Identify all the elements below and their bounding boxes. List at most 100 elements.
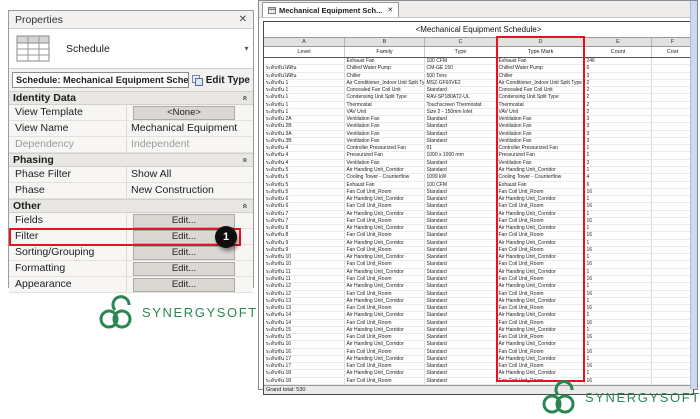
cell-type-mark[interactable]: Fan Coil Unit_Room	[497, 334, 585, 340]
cell-cost[interactable]	[652, 247, 693, 253]
column-header-family[interactable]: Family	[345, 47, 425, 57]
cell-count[interactable]: 3	[585, 116, 652, 122]
column-letter-f[interactable]: F	[652, 38, 693, 46]
cell-count[interactable]: 1	[585, 341, 652, 347]
cell-cost[interactable]	[652, 145, 693, 151]
cell-type[interactable]: Standard	[425, 356, 497, 362]
cell-cost[interactable]	[652, 283, 693, 289]
cell-level[interactable]: ระดับชั้น 7	[264, 211, 345, 217]
prop-value-text[interactable]: Show All	[131, 167, 171, 182]
cell-level[interactable]: ระดับชั้น 17	[264, 363, 345, 369]
cell-level[interactable]: ระดับชั้น 14	[264, 320, 345, 326]
cell-type[interactable]: RAV-SP180AT2-UL	[425, 94, 497, 100]
cell-cost[interactable]	[652, 320, 693, 326]
cell-type[interactable]: Size 2 - 150mm Inlet	[425, 109, 497, 115]
cell-count[interactable]: 1	[585, 211, 652, 217]
cell-level[interactable]: ระดับชั้น 4	[264, 152, 345, 158]
cell-type[interactable]: Standard	[425, 211, 497, 217]
cell-count[interactable]: 16	[585, 276, 652, 282]
cell-family[interactable]: Ventilation Fan	[345, 160, 425, 166]
cell-type-mark[interactable]: Thermostat	[497, 102, 585, 108]
cell-family[interactable]: Controller Pressurized Fan	[345, 145, 425, 151]
column-header-level[interactable]: Level	[264, 47, 345, 57]
cell-family[interactable]: Fan Coil Unit_Room	[345, 189, 425, 195]
cell-type-mark[interactable]: Fan Coil Unit_Room	[497, 203, 585, 209]
cell-type[interactable]: Standard	[425, 291, 497, 297]
cell-level[interactable]: ระดับชั้น 3A	[264, 131, 345, 137]
column-header-count[interactable]: Count	[585, 47, 652, 57]
cell-family[interactable]: Air Handing Unit_Corridor	[345, 269, 425, 275]
cell-cost[interactable]	[652, 327, 693, 333]
tab-close-icon[interactable]: ✕	[387, 6, 393, 14]
cell-type[interactable]: Standard	[425, 123, 497, 129]
cell-type[interactable]: Standard	[425, 247, 497, 253]
cell-level[interactable]: ระดับชั้น 18	[264, 378, 345, 384]
cell-cost[interactable]	[652, 58, 693, 64]
cell-level[interactable]: ระดับชั้น 1	[264, 109, 345, 115]
cell-level[interactable]: ระดับชั้น 8	[264, 232, 345, 238]
cell-cost[interactable]	[652, 276, 693, 282]
cell-family[interactable]: Ventilation Fan	[345, 123, 425, 129]
cell-cost[interactable]	[652, 160, 693, 166]
cell-family[interactable]: Air Handing Unit_Corridor	[345, 225, 425, 231]
cell-cost[interactable]	[652, 196, 693, 202]
cell-family[interactable]: Exhaust Fan	[345, 58, 425, 64]
cell-level[interactable]: ระดับชั้น 10	[264, 261, 345, 267]
cell-count[interactable]: 2	[585, 87, 652, 93]
cell-level[interactable]: ระดับชั้น 4	[264, 145, 345, 151]
cell-count[interactable]: 16	[585, 247, 652, 253]
cell-family[interactable]: Air Handing Unit_Corridor	[345, 312, 425, 318]
cell-type[interactable]: Standard	[425, 196, 497, 202]
cell-type-mark[interactable]: Fan Coil Unit_Room	[497, 261, 585, 267]
cell-count[interactable]: 16	[585, 363, 652, 369]
cell-level[interactable]: ระดับชั้น 16	[264, 349, 345, 355]
cell-type-mark[interactable]: Air Handing Unit_Corridor	[497, 283, 585, 289]
cell-type-mark[interactable]: Air Handing Unit_Corridor	[497, 167, 585, 173]
column-letter-a[interactable]: A	[264, 38, 345, 46]
cell-count[interactable]: 2	[585, 94, 652, 100]
prop-value-text[interactable]: Independent	[131, 137, 189, 152]
tab-mechanical-equipment-schedule[interactable]: Mechanical Equipment Sch... ✕	[262, 2, 399, 17]
view-template-edit-button[interactable]: <None>	[133, 106, 235, 120]
cell-type-mark[interactable]: Exhaust Fan	[497, 58, 585, 64]
column-letter-d[interactable]: D	[497, 38, 585, 46]
cell-level[interactable]: ระดับชั้น 2B	[264, 123, 345, 129]
cell-type[interactable]: Standard	[425, 87, 497, 93]
cell-type-mark[interactable]: Air Handing Unit_Corridor	[497, 225, 585, 231]
cell-type[interactable]: Standard	[425, 138, 497, 144]
cell-cost[interactable]	[652, 218, 693, 224]
cell-cost[interactable]	[652, 131, 693, 137]
cell-level[interactable]: ระดับชั้น 5	[264, 182, 345, 188]
cell-count[interactable]: 3	[585, 123, 652, 129]
edit-type-button[interactable]: Edit Type	[192, 75, 250, 86]
cell-type[interactable]: Standard	[425, 276, 497, 282]
collapse-section-icon[interactable]: «	[240, 203, 250, 208]
cell-family[interactable]: Fan Coil Unit_Room	[345, 363, 425, 369]
column-header-type-mark[interactable]: Type Mark	[497, 47, 585, 57]
cell-cost[interactable]	[652, 305, 693, 311]
cell-type-mark[interactable]: Air Conditioner_Indoor Unit Split Type	[497, 80, 585, 86]
cell-cost[interactable]	[652, 116, 693, 122]
cell-level[interactable]: ระดับชั้น 15	[264, 334, 345, 340]
cell-type[interactable]: Standard	[425, 269, 497, 275]
cell-family[interactable]: Ventilation Fan	[345, 131, 425, 137]
column-letter-b[interactable]: B	[345, 38, 425, 46]
cell-type[interactable]: Standard	[425, 167, 497, 173]
cell-cost[interactable]	[652, 349, 693, 355]
cell-count[interactable]: 6	[585, 182, 652, 188]
cell-cost[interactable]	[652, 341, 693, 347]
cell-level[interactable]: ระดับชั้น 9	[264, 240, 345, 246]
cell-type-mark[interactable]: Fan Coil Unit_Room	[497, 247, 585, 253]
cell-type[interactable]: Standard	[425, 363, 497, 369]
cell-type-mark[interactable]: Ventilation Fan	[497, 160, 585, 166]
cell-count[interactable]: 16	[585, 334, 652, 340]
cell-count[interactable]: 16	[585, 291, 652, 297]
cell-type-mark[interactable]: Fan Coil Unit_Room	[497, 232, 585, 238]
cell-count[interactable]: 1	[585, 356, 652, 362]
cell-type-mark[interactable]: Ventilation Fan	[497, 138, 585, 144]
cell-count[interactable]: 1	[585, 312, 652, 318]
cell-type-mark[interactable]: Air Handing Unit_Corridor	[497, 196, 585, 202]
cell-family[interactable]: Air Handing Unit_Corridor	[345, 254, 425, 260]
cell-cost[interactable]	[652, 370, 693, 376]
cell-cost[interactable]	[652, 80, 693, 86]
